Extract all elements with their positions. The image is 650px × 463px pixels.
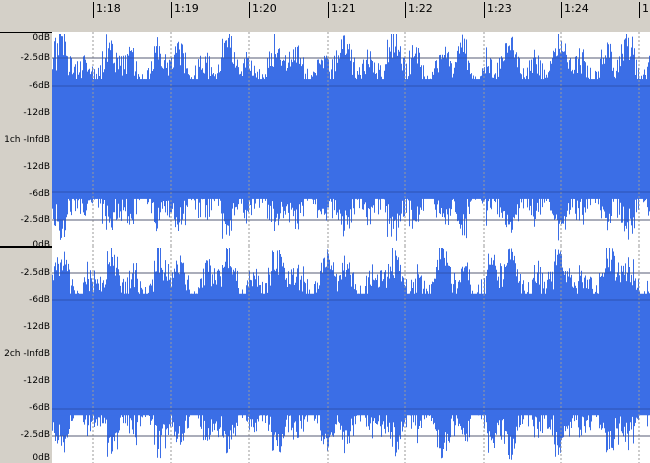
db-scale-label: 2ch -InfdB xyxy=(4,349,50,359)
channel-2-waveform[interactable] xyxy=(52,246,650,463)
db-scale-label: 1ch -InfdB xyxy=(4,135,50,145)
ruler-tick-label: 1:18 xyxy=(96,2,121,15)
db-scale-label: -12dB xyxy=(23,322,50,332)
channel-1-track[interactable]: 0dB -2.5dB -6dB -12dB 1ch -InfdB -12dB -… xyxy=(0,32,650,250)
ruler-tick-label: 1:21 xyxy=(331,2,356,15)
ruler-tick-label: 1:22 xyxy=(408,2,433,15)
channel-1-waveform[interactable] xyxy=(52,32,650,246)
ruler-tick xyxy=(249,2,250,18)
db-scale-label: -12dB xyxy=(23,376,50,386)
timeline-ruler[interactable]: 1:18 1:19 1:20 1:21 1:22 1:23 1:24 1 xyxy=(0,0,650,18)
db-scale-label: -6dB xyxy=(29,403,50,413)
ruler-tick-label: 1 xyxy=(642,2,649,15)
ruler-tick xyxy=(484,2,485,18)
ruler-tick-label: 1:19 xyxy=(174,2,199,15)
channel-1-waveform-area[interactable] xyxy=(52,32,650,246)
ruler-tick-label: 1:23 xyxy=(487,2,512,15)
channel-2-track[interactable]: -2.5dB -6dB -12dB 2ch -InfdB -12dB -6dB … xyxy=(0,246,650,463)
ruler-tick xyxy=(171,2,172,18)
db-scale-label: -2.5dB xyxy=(20,53,50,63)
waveform-core xyxy=(52,79,650,199)
ruler-tick xyxy=(328,2,329,18)
ruler-tick xyxy=(561,2,562,18)
db-scale-label: -2.5dB xyxy=(20,215,50,225)
channel-2-waveform-area[interactable] xyxy=(52,246,650,463)
ruler-tick xyxy=(93,2,94,18)
ruler-tick xyxy=(639,2,640,18)
db-scale-label: -6dB xyxy=(29,189,50,199)
db-scale-label: -12dB xyxy=(23,162,50,172)
db-scale-label: -6dB xyxy=(29,295,50,305)
waveform-core xyxy=(52,293,650,416)
db-scale-label: -12dB xyxy=(23,108,50,118)
ruler-tick-label: 1:20 xyxy=(252,2,277,15)
db-scale-label: 0dB xyxy=(32,453,50,463)
db-scale-label: 0dB xyxy=(32,33,50,43)
db-scale-label: -6dB xyxy=(29,81,50,91)
ruler-tick-label: 1:24 xyxy=(564,2,589,15)
db-scale-label: -2.5dB xyxy=(20,430,50,440)
ruler-tick xyxy=(405,2,406,18)
db-scale-label: -2.5dB xyxy=(20,268,50,278)
